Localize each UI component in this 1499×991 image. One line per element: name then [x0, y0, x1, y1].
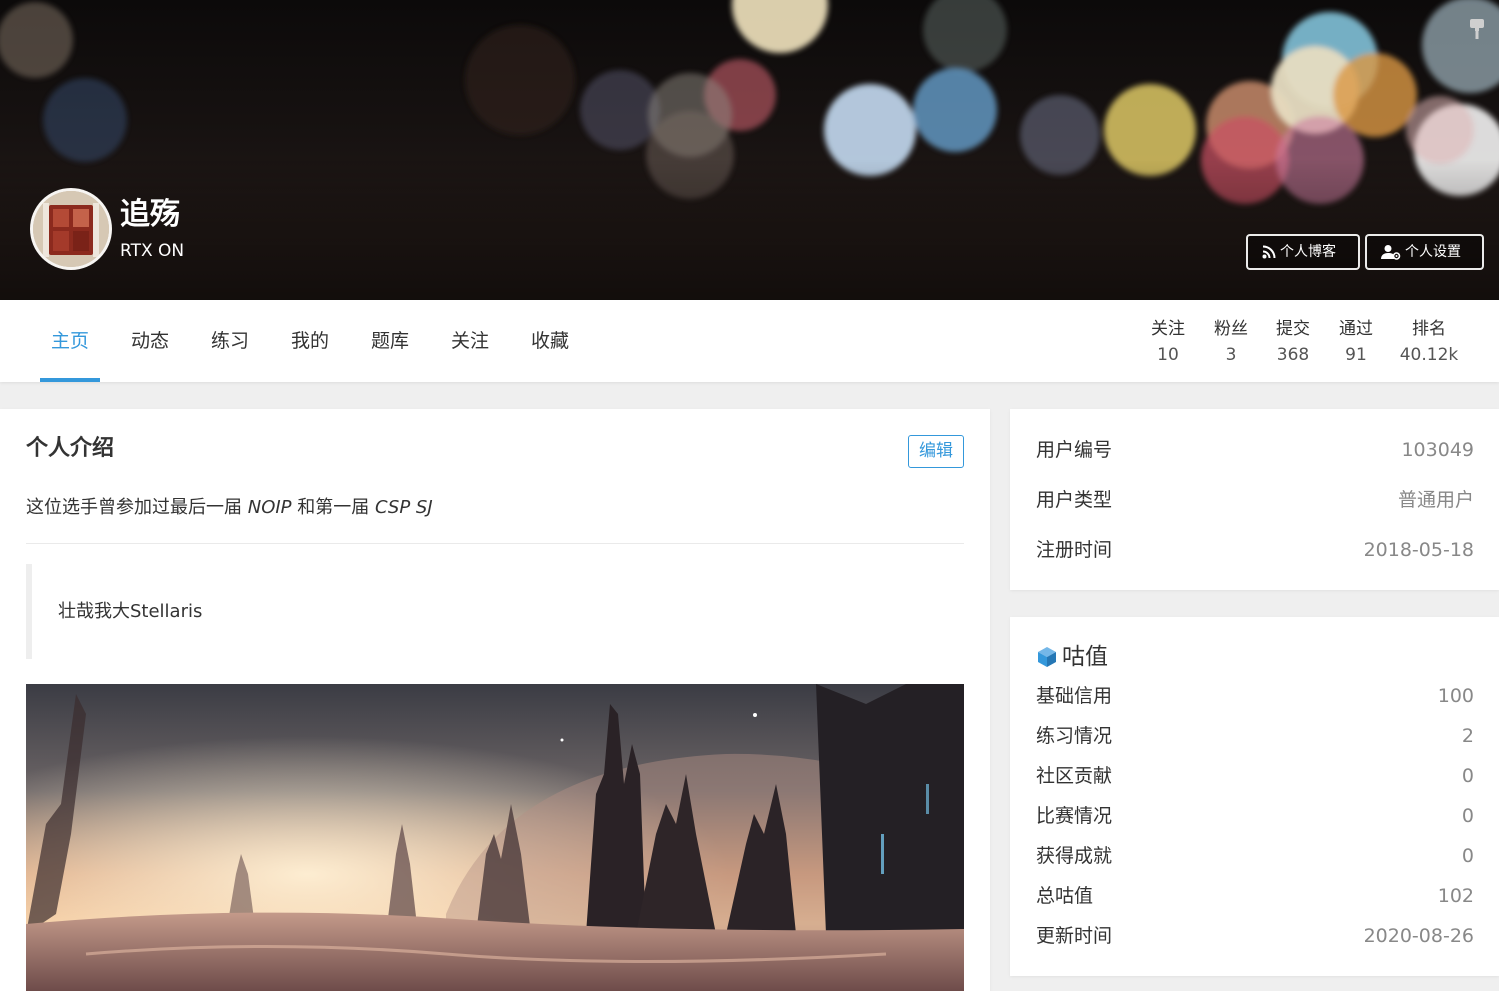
- intro-title: 个人介绍: [26, 436, 115, 461]
- intro-term-noip: NOIP: [247, 497, 292, 518]
- info-label: 注册时间: [1036, 539, 1113, 561]
- stat-accepted[interactable]: 通过 91: [1331, 316, 1381, 368]
- user-gear-icon: [1381, 245, 1401, 260]
- rss-icon: [1262, 245, 1276, 259]
- personal-blog-label: 个人博客: [1280, 244, 1336, 260]
- stat-value: 91: [1345, 345, 1367, 365]
- stat-submissions[interactable]: 提交 368: [1268, 316, 1318, 368]
- gu-value: 0: [1461, 765, 1474, 787]
- info-value: 103049: [1401, 439, 1474, 461]
- stat-value: 3: [1225, 345, 1237, 365]
- gu-value: 2020-08-26: [1363, 925, 1474, 947]
- profile-nav: 主页 动态 练习 我的 题库 关注 收藏 关注 10 粉丝 3 提交 368 通…: [0, 300, 1499, 382]
- user-slogan: RTX ON: [120, 241, 185, 261]
- stat-value: 40.12k: [1399, 345, 1459, 365]
- gu-label: 总咕值: [1036, 885, 1094, 907]
- stat-followers[interactable]: 粉丝 3: [1206, 316, 1256, 368]
- gu-title-label: 咕值: [1062, 644, 1108, 670]
- tab-favorites[interactable]: 收藏: [520, 300, 580, 382]
- intro-text: 这位选手曾参加过最后一届 NOIP 和第一届 CSP SJ: [26, 494, 433, 522]
- gu-value: 0: [1461, 805, 1474, 827]
- paint-roller-icon[interactable]: [1469, 18, 1485, 40]
- info-label: 用户类型: [1036, 489, 1113, 511]
- stat-value: 10: [1157, 345, 1179, 365]
- stellaris-artwork-image: [26, 684, 964, 991]
- personal-settings-label: 个人设置: [1405, 244, 1461, 260]
- stat-label: 关注: [1151, 319, 1185, 339]
- gu-value: 2: [1461, 725, 1474, 747]
- cube-icon: [1038, 647, 1056, 667]
- tab-following[interactable]: 关注: [440, 300, 500, 382]
- stat-following[interactable]: 关注 10: [1143, 316, 1193, 368]
- quote-text: 壮哉我大Stellaris: [58, 601, 203, 622]
- tab-mine[interactable]: 我的: [280, 300, 340, 382]
- user-name: 追殇: [120, 197, 180, 232]
- tab-home[interactable]: 主页: [40, 300, 100, 382]
- gu-label: 更新时间: [1036, 925, 1113, 947]
- personal-settings-button[interactable]: 个人设置: [1365, 234, 1484, 270]
- avatar[interactable]: [30, 188, 112, 270]
- edit-button[interactable]: 编辑: [908, 435, 964, 468]
- personal-blog-button[interactable]: 个人博客: [1246, 234, 1360, 270]
- intro-text-part: 和第一届: [291, 497, 375, 518]
- gu-label: 获得成就: [1036, 845, 1113, 867]
- gu-value: 100: [1437, 685, 1474, 707]
- stat-label: 排名: [1412, 319, 1446, 339]
- stat-value: 368: [1276, 345, 1310, 365]
- gu-label: 社区贡献: [1036, 765, 1113, 787]
- gu-label: 比赛情况: [1036, 805, 1113, 827]
- info-value: 2018-05-18: [1363, 539, 1474, 561]
- gu-value: 102: [1437, 885, 1474, 907]
- stat-label: 提交: [1276, 319, 1310, 339]
- stat-label: 通过: [1339, 319, 1373, 339]
- info-label: 用户编号: [1036, 439, 1113, 461]
- tab-problem-bank[interactable]: 题库: [360, 300, 420, 382]
- gu-label: 练习情况: [1036, 725, 1113, 747]
- tab-practice[interactable]: 练习: [200, 300, 260, 382]
- gu-title: 咕值: [1036, 642, 1108, 672]
- info-value: 普通用户: [1397, 489, 1474, 511]
- intro-text-part: 这位选手曾参加过最后一届: [26, 497, 248, 518]
- divider: [26, 543, 964, 544]
- stat-label: 粉丝: [1214, 319, 1248, 339]
- gu-value: 0: [1461, 845, 1474, 867]
- tab-activity[interactable]: 动态: [120, 300, 180, 382]
- stat-ranking[interactable]: 排名 40.12k: [1396, 316, 1462, 368]
- gu-label: 基础信用: [1036, 685, 1113, 707]
- intro-term-csp: CSP SJ: [374, 497, 433, 518]
